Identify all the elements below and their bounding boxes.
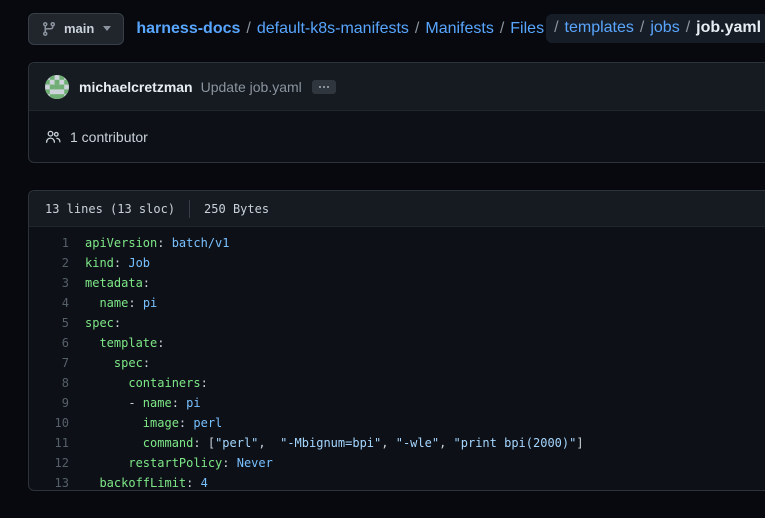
code-line: 13 backoffLimit: 4 — [29, 473, 765, 491]
contributors-link[interactable]: 1 contributor — [70, 129, 148, 145]
line-number[interactable]: 5 — [29, 313, 85, 333]
branch-selector-button[interactable]: main — [28, 13, 124, 45]
code-line: 2kind: Job — [29, 253, 765, 273]
code-line: 9 - name: pi — [29, 393, 765, 413]
code-text: kind: Job — [85, 253, 150, 273]
code-text: containers: — [85, 373, 208, 393]
code-line: 1apiVersion: batch/v1 — [29, 233, 765, 253]
code-text: spec: — [85, 313, 121, 333]
breadcrumb-separator: / — [494, 20, 510, 38]
line-number[interactable]: 7 — [29, 353, 85, 373]
line-number[interactable]: 6 — [29, 333, 85, 353]
code-line: 7 spec: — [29, 353, 765, 373]
breadcrumb-current-file: job.yaml — [696, 19, 761, 37]
line-number[interactable]: 12 — [29, 453, 85, 473]
file-size-info: 250 Bytes — [204, 202, 269, 216]
commit-ellipsis-button[interactable] — [312, 80, 336, 94]
line-number[interactable]: 4 — [29, 293, 85, 313]
breadcrumb-link-jobs[interactable]: jobs — [650, 19, 679, 37]
code-text: backoffLimit: 4 — [85, 473, 208, 491]
breadcrumb-link-Manifests[interactable]: Manifests — [425, 20, 493, 38]
code-text: restartPolicy: Never — [85, 453, 273, 473]
line-number[interactable]: 11 — [29, 433, 85, 453]
line-number[interactable]: 9 — [29, 393, 85, 413]
breadcrumb-link-Files[interactable]: Files — [510, 20, 544, 38]
breadcrumb-separator: / — [548, 19, 564, 37]
chevron-down-icon — [103, 26, 111, 31]
breadcrumb-highlight: /templates/jobs/job.yaml — [546, 14, 765, 43]
contributors-row: 1 contributor — [29, 111, 765, 162]
code-line: 11 command: ["perl", "-Mbignum=bpi", "-w… — [29, 433, 765, 453]
file-meta-bar: 13 lines (13 sloc) 250 Bytes — [29, 191, 765, 227]
breadcrumb-separator: / — [634, 19, 650, 37]
code-line: 5spec: — [29, 313, 765, 333]
line-number[interactable]: 8 — [29, 373, 85, 393]
branch-name: main — [64, 21, 94, 36]
breadcrumb-separator: / — [409, 20, 425, 38]
file-navigation-bar: main harness-docs/default-k8s-manifests/… — [28, 12, 765, 45]
line-number[interactable]: 10 — [29, 413, 85, 433]
line-number[interactable]: 1 — [29, 233, 85, 253]
code-line: 8 containers: — [29, 373, 765, 393]
file-lines-info: 13 lines (13 sloc) — [45, 202, 175, 216]
breadcrumb-separator: / — [680, 19, 696, 37]
meta-divider — [189, 200, 190, 218]
latest-commit-box: michaelcretzman Update job.yaml 1 contri… — [28, 62, 765, 163]
file-content-box: 13 lines (13 sloc) 250 Bytes 1apiVersion… — [28, 190, 765, 491]
code-lines: 1apiVersion: batch/v12kind: Job3metadata… — [29, 227, 765, 491]
git-branch-icon — [41, 21, 57, 37]
people-icon — [45, 129, 70, 145]
line-number[interactable]: 3 — [29, 273, 85, 293]
code-text: spec: — [85, 353, 150, 373]
code-line: 12 restartPolicy: Never — [29, 453, 765, 473]
breadcrumb: harness-docs/default-k8s-manifests/Manif… — [136, 14, 765, 43]
code-line: 10 image: perl — [29, 413, 765, 433]
code-line: 4 name: pi — [29, 293, 765, 313]
breadcrumb-link-harness-docs[interactable]: harness-docs — [136, 20, 240, 38]
code-line: 6 template: — [29, 333, 765, 353]
code-line: 3metadata: — [29, 273, 765, 293]
code-text: template: — [85, 333, 164, 353]
commit-message-link[interactable]: Update job.yaml — [201, 79, 302, 95]
code-text: command: ["perl", "-Mbignum=bpi", "-wle"… — [85, 433, 584, 453]
breadcrumb-link-templates[interactable]: templates — [565, 19, 634, 37]
latest-commit-row: michaelcretzman Update job.yaml — [29, 63, 765, 111]
code-text: metadata: — [85, 273, 150, 293]
line-number[interactable]: 13 — [29, 473, 85, 491]
code-text: - name: pi — [85, 393, 201, 413]
code-text: image: perl — [85, 413, 222, 433]
line-number[interactable]: 2 — [29, 253, 85, 273]
code-text: apiVersion: batch/v1 — [85, 233, 230, 253]
code-text: name: pi — [85, 293, 157, 313]
breadcrumb-separator: / — [240, 20, 256, 38]
breadcrumb-link-default-k8s-manifests[interactable]: default-k8s-manifests — [257, 20, 409, 38]
commit-author-link[interactable]: michaelcretzman — [79, 79, 193, 95]
avatar[interactable] — [45, 75, 69, 99]
